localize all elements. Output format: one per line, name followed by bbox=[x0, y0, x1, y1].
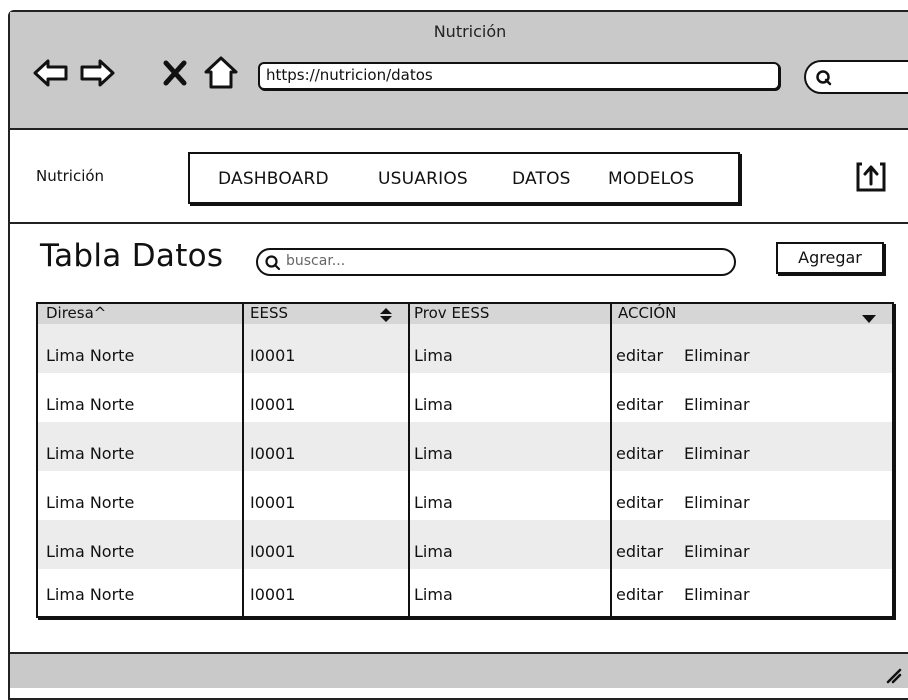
search-icon bbox=[816, 70, 832, 86]
delete-link[interactable]: Eliminar bbox=[684, 493, 750, 512]
cell-prov: Lima bbox=[414, 585, 453, 604]
cell-prov: Lima bbox=[414, 542, 453, 561]
cell-eess: I0001 bbox=[250, 493, 296, 512]
menu-item-datos[interactable]: DATOS bbox=[512, 169, 571, 189]
cell-eess: I0001 bbox=[250, 395, 296, 414]
table-header: Diresa^ EESS Prov EESS ACCIÓN bbox=[38, 304, 892, 324]
cell-eess: I0001 bbox=[250, 585, 296, 604]
edit-link[interactable]: editar bbox=[616, 444, 663, 463]
table-row: Lima Norte I0001 Lima editar Eliminar bbox=[38, 373, 892, 422]
cell-diresa: Lima Norte bbox=[46, 444, 135, 463]
delete-link[interactable]: Eliminar bbox=[684, 585, 750, 604]
upload-icon[interactable] bbox=[854, 160, 888, 194]
delete-link[interactable]: Eliminar bbox=[684, 346, 750, 365]
header-divider bbox=[10, 222, 908, 224]
table-row: Lima Norte I0001 Lima editar Eliminar bbox=[38, 471, 892, 520]
search-input[interactable]: buscar... bbox=[256, 248, 736, 276]
menu-item-modelos[interactable]: MODELOS bbox=[608, 169, 694, 189]
search-placeholder: buscar... bbox=[286, 253, 346, 269]
table-row: Lima Norte I0001 Lima editar Eliminar bbox=[38, 569, 892, 616]
data-table: Diresa^ EESS Prov EESS ACCIÓN Lima Norte… bbox=[36, 302, 894, 618]
cell-eess: I0001 bbox=[250, 444, 296, 463]
cell-prov: Lima bbox=[414, 493, 453, 512]
cell-prov: Lima bbox=[414, 444, 453, 463]
home-icon[interactable] bbox=[202, 54, 240, 92]
window-title: Nutrición bbox=[433, 22, 507, 41]
resize-icon[interactable] bbox=[882, 664, 902, 684]
app-name: Nutrición bbox=[36, 167, 105, 185]
delete-link[interactable]: Eliminar bbox=[684, 395, 750, 414]
page-title: Tabla Datos bbox=[40, 238, 224, 274]
cell-eess: I0001 bbox=[250, 346, 296, 365]
search-icon bbox=[265, 255, 281, 271]
column-divider bbox=[408, 304, 410, 616]
delete-link[interactable]: Eliminar bbox=[684, 444, 750, 463]
menu-item-dashboard[interactable]: DASHBOARD bbox=[218, 169, 329, 189]
cell-prov: Lima bbox=[414, 395, 453, 414]
forward-arrow-icon[interactable] bbox=[78, 54, 116, 92]
table-row: Lima Norte I0001 Lima editar Eliminar bbox=[38, 422, 892, 471]
cell-diresa: Lima Norte bbox=[46, 493, 135, 512]
table-row: Lima Norte I0001 Lima editar Eliminar bbox=[38, 324, 892, 373]
column-header-eess[interactable]: EESS bbox=[250, 304, 288, 322]
delete-link[interactable]: Eliminar bbox=[684, 542, 750, 561]
back-arrow-icon[interactable] bbox=[32, 54, 70, 92]
cell-diresa: Lima Norte bbox=[46, 346, 135, 365]
url-bar[interactable]: https://nutricion/datos bbox=[258, 62, 780, 90]
edit-link[interactable]: editar bbox=[616, 542, 663, 561]
column-header-prov-eess[interactable]: Prov EESS bbox=[414, 304, 489, 322]
edit-link[interactable]: editar bbox=[616, 493, 663, 512]
sort-icon[interactable] bbox=[380, 308, 392, 322]
edit-link[interactable]: editar bbox=[616, 395, 663, 414]
main-menu: DASHBOARD USUARIOS DATOS MODELOS bbox=[188, 152, 740, 204]
menu-item-usuarios[interactable]: USUARIOS bbox=[378, 169, 468, 189]
dropdown-icon[interactable] bbox=[862, 315, 876, 323]
cell-diresa: Lima Norte bbox=[46, 542, 135, 561]
add-button[interactable]: Agregar bbox=[776, 242, 884, 274]
close-icon[interactable] bbox=[160, 58, 190, 88]
cell-diresa: Lima Norte bbox=[46, 585, 135, 604]
column-divider bbox=[242, 304, 244, 616]
url-text: https://nutricion/datos bbox=[266, 66, 433, 84]
cell-eess: I0001 bbox=[250, 542, 296, 561]
table-row: Lima Norte I0001 Lima editar Eliminar bbox=[38, 520, 892, 569]
column-header-accion[interactable]: ACCIÓN bbox=[618, 304, 676, 322]
browser-search-field[interactable] bbox=[804, 60, 908, 94]
edit-link[interactable]: editar bbox=[616, 585, 663, 604]
cell-prov: Lima bbox=[414, 346, 453, 365]
edit-link[interactable]: editar bbox=[616, 346, 663, 365]
cell-diresa: Lima Norte bbox=[46, 395, 135, 414]
column-header-diresa[interactable]: Diresa^ bbox=[46, 304, 106, 322]
status-bar bbox=[10, 652, 908, 688]
column-divider bbox=[610, 304, 612, 616]
